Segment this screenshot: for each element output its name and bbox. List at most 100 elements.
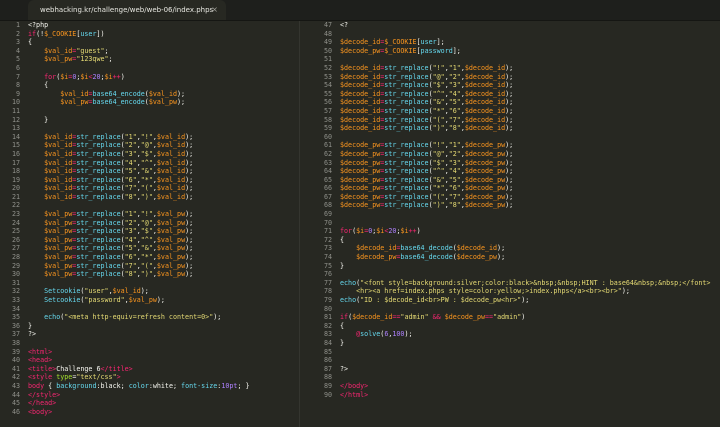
code-line[interactable]: 31 (0, 279, 300, 288)
code-line[interactable]: 24 $val_pw=str_replace("2","@",$val_pw); (0, 219, 300, 228)
code-line[interactable]: 4 $val_id="guest"; (0, 47, 300, 56)
code-line[interactable]: 64 $decode_pw=str_replace("^","4",$decode… (300, 167, 720, 176)
code-line[interactable]: 19 $val_id=str_replace("6","*",$val_id); (0, 176, 300, 185)
code-line[interactable]: 53 $decode_id=str_replace("@","2",$decode… (300, 73, 720, 82)
code-line[interactable]: 73 $decode_id=base64_decode($decode_id); (300, 244, 720, 253)
code-token: ); (185, 253, 194, 262)
code-line[interactable]: 65 $decode_pw=str_replace("&","5",$decode… (300, 176, 720, 185)
code-line[interactable]: 34 (0, 305, 300, 314)
code-line[interactable]: 37 ?> (0, 330, 300, 339)
code-line[interactable]: 15 $val_id=str_replace("2","@",$val_id); (0, 141, 300, 150)
code-line[interactable]: 66 $decode_pw=str_replace("*","6",$decode… (300, 184, 720, 193)
code-line[interactable]: 13 (0, 124, 300, 133)
line-number: 81 (323, 313, 332, 322)
code-line[interactable]: 67 $decode_pw=str_replace("(","7",$decode… (300, 193, 720, 202)
code-line[interactable]: 30 $val_pw=str_replace("8",")",$val_pw); (0, 270, 300, 279)
code-line[interactable]: 6 (0, 64, 300, 73)
code-line[interactable]: 58 $decode_id=str_replace("(","7",$decode… (300, 116, 720, 125)
code-line[interactable]: 84} (300, 339, 720, 348)
code-line[interactable]: 47 <? (300, 21, 720, 30)
code-line[interactable]: 70 (300, 219, 720, 228)
code-line[interactable]: 82 { (300, 322, 720, 331)
code-line[interactable]: 40 <head> (0, 356, 300, 365)
code-line[interactable]: 17 $val_id=str_replace("4","^",$val_id); (0, 159, 300, 168)
code-line[interactable]: 10 $val_pw=base64_encode($val_pw); (0, 98, 300, 107)
code-line[interactable]: 88 (300, 373, 720, 382)
code-line[interactable]: 38 (0, 339, 300, 348)
left-editor-pane[interactable]: 1 <?php 2 if(!$_COOKIE[user]) 3{4 $val_id="g… (0, 21, 300, 427)
code-line[interactable]: 14 $val_id=str_replace("1","!",$val_id); (0, 133, 300, 142)
code-line[interactable]: 78 <hr><a href=index.phps style=color:ye… (300, 287, 720, 296)
code-line[interactable]: 33 Setcookie("password",$val_pw); (0, 296, 300, 305)
code-line[interactable]: 68 $decode_pw=str_replace(")","8",$decode… (300, 201, 720, 210)
code-line[interactable]: 9 $val_id=base64_encode($val_id); (0, 90, 300, 99)
code-line[interactable]: 90 </html> (300, 391, 720, 400)
code-line[interactable]: 1 <?php (0, 21, 300, 30)
code-line[interactable]: 27 $val_pw=str_replace("5","&",$val_pw); (0, 244, 300, 253)
code-line[interactable]: 50 $decode_pw=$_COOKIE[password]; (300, 47, 720, 56)
code-token: $val_pw (44, 235, 73, 244)
file-tab[interactable]: webhacking.kr/challenge/web/web-06/index… (28, 0, 226, 20)
code-line[interactable]: 77 echo("<font style=background:silver;co… (300, 279, 720, 288)
code-line[interactable]: 57 $decode_id=str_replace("*","6",$decode… (300, 107, 720, 116)
code-token: "$" (140, 149, 153, 158)
code-line[interactable]: 51 (300, 55, 720, 64)
code-line[interactable]: 44 </style> (0, 391, 300, 400)
code-line[interactable]: 86 (300, 356, 720, 365)
code-line[interactable]: 61 $decode_pw=str_replace("!","1",$decode… (300, 141, 720, 150)
code-line[interactable]: 56 $decode_id=str_replace("&","5",$decode… (300, 98, 720, 107)
code-line[interactable]: 80 (300, 305, 720, 314)
code-line[interactable]: 20 $val_id=str_replace("7","(",$val_id); (0, 184, 300, 193)
code-line[interactable]: 35 echo("<meta http-equiv=refresh conten… (0, 313, 300, 322)
code-line[interactable]: 5 $val_pw="123qwe"; (0, 55, 300, 64)
right-editor-pane[interactable]: 47 <? 48 49 $decode_id=$_COOKIE[user]; 50 $dec… (300, 21, 720, 427)
code-line[interactable]: 83 @solve(6,100); (300, 330, 720, 339)
code-line[interactable]: 62 $decode_pw=str_replace("@","2",$decode… (300, 150, 720, 159)
code-line[interactable]: 45 </head> (0, 399, 300, 408)
code-line[interactable]: 55 $decode_id=str_replace("^","4",$decode… (300, 90, 720, 99)
code-line[interactable]: 85 (300, 348, 720, 357)
code-line[interactable]: 23 $val_pw=str_replace("1","!",$val_pw); (0, 210, 300, 219)
code-line[interactable]: 76 (300, 270, 720, 279)
code-line[interactable]: 71 for($i=0;$i<20;$i++) (300, 227, 720, 236)
code-line[interactable]: 54 $decode_id=str_replace("$","3",$decode… (300, 81, 720, 90)
code-line[interactable]: 46 <body> (0, 408, 300, 417)
code-line[interactable]: 41 <title>Challenge 6</title> (0, 365, 300, 374)
code-line[interactable]: 63 $decode_pw=str_replace("$","3",$decode… (300, 159, 720, 168)
code-line[interactable]: 81 if($decode_id=="admin" && $decode_pw==… (300, 313, 720, 322)
code-line[interactable]: 25 $val_pw=str_replace("3","$",$val_pw); (0, 227, 300, 236)
code-line[interactable]: 48 (300, 30, 720, 39)
code-line[interactable]: 18 $val_id=str_replace("5","&",$val_id); (0, 167, 300, 176)
code-line[interactable]: 21 $val_id=str_replace("8",")",$val_id); (0, 193, 300, 202)
code-line[interactable]: 69 (300, 210, 720, 219)
code-line[interactable]: 87 ?> (300, 365, 720, 374)
code-line[interactable]: 72 { (300, 236, 720, 245)
code-line[interactable]: 42 <style type="text/css"> (0, 373, 300, 382)
close-icon[interactable]: × (211, 0, 218, 20)
code-line[interactable]: 75} (300, 262, 720, 271)
code-line[interactable]: 26 $val_pw=str_replace("4","^",$val_pw); (0, 236, 300, 245)
code-line[interactable]: 74 $decode_pw=base64_decode($decode_pw); (300, 253, 720, 262)
code-line[interactable]: 12 } (0, 116, 300, 125)
code-line[interactable]: 3{ (0, 38, 300, 47)
code-line[interactable]: 79 echo("ID : $decode_id<br>PW : $decode_… (300, 296, 720, 305)
code-line[interactable]: 49 $decode_id=$_COOKIE[user]; (300, 38, 720, 47)
code-token: $decode_pw (464, 158, 506, 167)
code-line[interactable]: 22 (0, 201, 300, 210)
code-line[interactable]: 32 Setcookie("user",$val_id); (0, 287, 300, 296)
code-line[interactable]: 7 for($i=0;$i<20;$i++) (0, 73, 300, 82)
code-token: $val_id (156, 184, 186, 193)
code-line[interactable]: 39 <html> (0, 348, 300, 357)
code-line[interactable]: 2 if(!$_COOKIE[user]) (0, 30, 300, 39)
code-line[interactable]: 89 </body> (300, 382, 720, 391)
code-line[interactable]: 43 body { background:black; color:white; … (0, 382, 300, 391)
code-line[interactable]: 52 $decode_id=str_replace("!","1",$decode… (300, 64, 720, 73)
code-line[interactable]: 36} (0, 322, 300, 331)
code-line[interactable]: 29 $val_pw=str_replace("7","(",$val_pw); (0, 262, 300, 271)
code-line[interactable]: 28 $val_pw=str_replace("6","*",$val_pw); (0, 253, 300, 262)
code-line[interactable]: 59 $decode_id=str_replace(")","8",$decode… (300, 124, 720, 133)
code-line[interactable]: 60 (300, 133, 720, 142)
code-line[interactable]: 8 { (0, 81, 300, 90)
code-line[interactable]: 16 $val_id=str_replace("3","$",$val_id); (0, 150, 300, 159)
code-line[interactable]: 11 (0, 107, 300, 116)
